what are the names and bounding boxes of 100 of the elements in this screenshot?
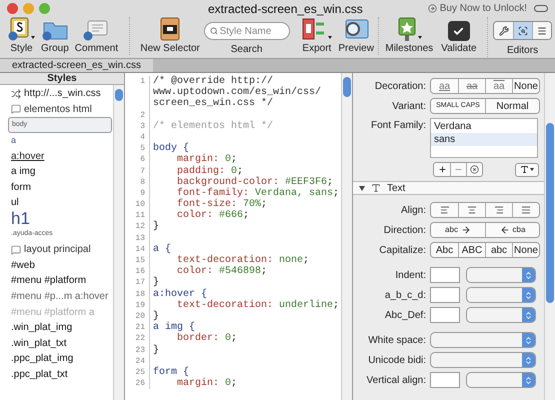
toolbar-toggle-button[interactable]: [534, 5, 548, 12]
minimize-button[interactable]: [23, 3, 34, 14]
code-line: a img {: [152, 322, 196, 334]
stepper-arrows-icon: [524, 336, 533, 344]
toolbar-button[interactable]: Export: [301, 17, 332, 55]
scrollbar[interactable]: [341, 73, 352, 400]
document-tab[interactable]: extracted-screen_es_win.css: [0, 59, 153, 72]
dropdown-select[interactable]: [430, 332, 536, 348]
line-number: 6: [140, 155, 145, 164]
font-menu-button[interactable]: [515, 162, 539, 176]
style-list-item[interactable]: a: [8, 132, 112, 148]
scrollbar[interactable]: [113, 85, 124, 400]
section-title: Text: [387, 182, 406, 196]
code-line: background-color: #EEF3F6;: [176, 176, 334, 188]
style-list-item[interactable]: http://...s_win.css: [8, 86, 112, 102]
text-input[interactable]: [430, 372, 460, 388]
style-list-item[interactable]: .win_plat_txt: [8, 336, 112, 352]
style-list-item[interactable]: #menu #p...m a:hover: [8, 288, 112, 304]
decoration-option[interactable]: aa: [458, 79, 485, 93]
zoom-button[interactable]: [39, 3, 50, 14]
section-header[interactable]: Text: [353, 181, 544, 195]
capitalize-option[interactable]: abc: [485, 243, 512, 257]
dropdown-select[interactable]: [430, 352, 536, 368]
selector-icon: [159, 17, 182, 41]
capitalize-option[interactable]: ABC: [458, 243, 485, 257]
field-label: White space:: [367, 334, 426, 348]
code-line: /* @override http://: [152, 76, 274, 87]
dropdown-select[interactable]: [466, 267, 536, 283]
style-list-item[interactable]: elementos html: [8, 102, 112, 118]
toolbar-button[interactable]: New Selector: [140, 17, 200, 55]
style-list-item[interactable]: ul: [8, 195, 112, 211]
code-line: border: 0;: [176, 333, 238, 344]
line-number: 21: [135, 323, 145, 332]
line-number: 23: [135, 346, 145, 354]
decoration-option[interactable]: aa: [431, 79, 458, 93]
style-list-item[interactable]: a img: [8, 164, 112, 180]
field-label: Decoration:: [374, 80, 426, 94]
dropdown-select[interactable]: [466, 307, 536, 323]
search-field[interactable]: Style Name: [204, 22, 290, 40]
font-family-item[interactable]: sans: [431, 133, 537, 146]
arrow-circle-icon: [428, 4, 437, 13]
field-label: Align:: [400, 204, 426, 218]
font-family-item[interactable]: Verdana: [431, 120, 537, 133]
selector-name: #menu #platform a: [11, 306, 94, 320]
buy-now-link[interactable]: Buy Now to Unlock!: [440, 1, 527, 16]
text-input[interactable]: [430, 307, 460, 323]
align-option[interactable]: [431, 203, 458, 217]
toolbar-button[interactable]: Validate: [441, 17, 477, 55]
text-input[interactable]: [430, 267, 460, 283]
decoration-option[interactable]: None: [512, 79, 539, 93]
style-list-item[interactable]: layout principal: [8, 242, 112, 258]
dropdown-select[interactable]: [466, 287, 536, 303]
style-list-item[interactable]: .ppc_plat_txt: [8, 366, 112, 382]
style-list-item[interactable]: h1: [8, 210, 112, 226]
clear-icon: [470, 165, 479, 174]
code-line: a:hover {: [152, 288, 208, 300]
field-label: Indent:: [394, 268, 426, 282]
style-list-item[interactable]: #menu #platform: [8, 273, 112, 289]
scrollbar[interactable]: [544, 73, 555, 400]
selector-name: #menu #platform: [11, 274, 86, 288]
editor-mode-button[interactable]: [532, 22, 552, 39]
dropdown-select[interactable]: [466, 372, 536, 388]
stepper-arrows-icon: [524, 376, 533, 384]
stepper-arrows-icon: [524, 290, 533, 300]
code-line: text-decoration: underline;: [176, 300, 340, 311]
variant-option[interactable]: Normal: [485, 99, 539, 113]
toolbar-button[interactable]: Group: [41, 17, 69, 55]
dropdown-caret-icon: [31, 36, 35, 39]
toolbar-button[interactable]: Comment: [74, 17, 118, 55]
style-list-item[interactable]: form: [8, 180, 112, 196]
selector-name: ul: [11, 196, 19, 210]
align-option[interactable]: [458, 203, 485, 217]
close-button[interactable]: [7, 3, 18, 14]
line-number: 16: [135, 267, 145, 276]
field-label: Font Family:: [370, 119, 426, 133]
font-family-list[interactable]: Verdana sans: [430, 118, 538, 158]
style-list-item[interactable]: a:hover: [8, 148, 112, 164]
capitalize-option[interactable]: Abc: [431, 243, 458, 257]
text-input[interactable]: [430, 287, 460, 303]
capitalize-option[interactable]: None: [512, 243, 539, 257]
toolbar-label: Search: [230, 44, 262, 56]
editor-mode-button[interactable]: [513, 22, 532, 39]
style-list-item[interactable]: .ppc_plat_img: [8, 351, 112, 367]
code-line: www.uptodown.com/es_win/css/: [152, 87, 322, 98]
line-number: 24: [135, 356, 145, 366]
toolbar-button[interactable]: Style: [8, 17, 35, 55]
decoration-option[interactable]: aa: [485, 79, 512, 93]
toolbar-button[interactable]: Preview: [338, 17, 374, 55]
align-option[interactable]: [512, 203, 539, 217]
toolbar-button[interactable]: Milestones: [385, 17, 434, 55]
editor-mode-button[interactable]: [494, 22, 514, 39]
line-number: 19: [135, 300, 145, 310]
direction-option[interactable]: abc: [431, 223, 485, 237]
stylesheet-icon: [8, 17, 30, 41]
style-list-item[interactable]: .win_plat_img: [8, 320, 112, 336]
font-icon: [520, 165, 529, 174]
align-option[interactable]: [485, 203, 512, 217]
direction-option[interactable]: cba: [485, 223, 539, 237]
style-list-item[interactable]: #web: [8, 258, 112, 274]
speech-bubble-icon: [11, 244, 21, 255]
